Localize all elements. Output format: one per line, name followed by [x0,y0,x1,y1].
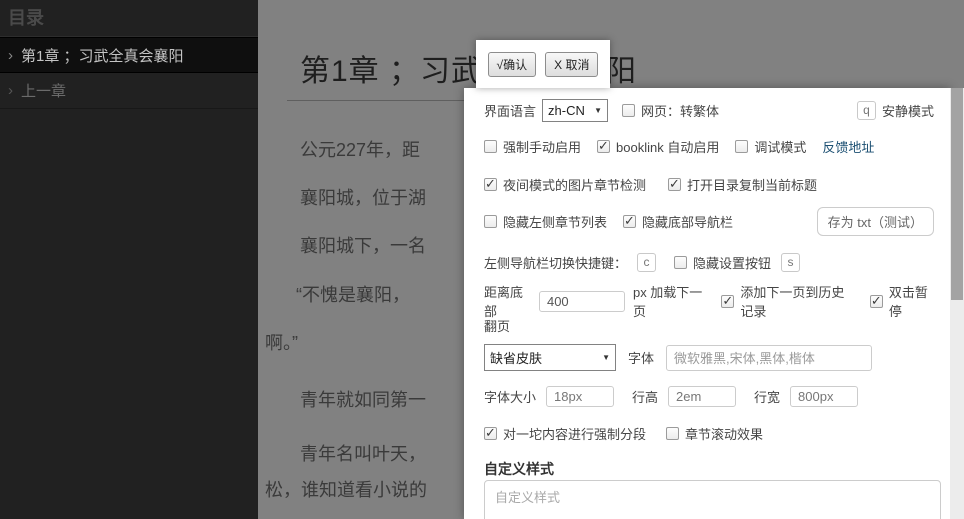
skin-value: 缺省皮肤 [490,351,543,366]
chevron-right-icon: › [8,46,13,64]
novel-text-line: 啊。” [265,333,298,353]
dblclick-pause-checkbox[interactable] [869,293,883,309]
hide-settings-key-input[interactable]: s [781,252,801,272]
hide-bottom-nav-checkbox[interactable] [623,213,637,229]
copy-title-checkbox[interactable] [668,176,682,192]
debug-mode-label: 调试模式 [754,139,807,155]
copy-title-label: 打开目录复制当前标题 [687,177,818,193]
night-image-label: 夜间模式的图片章节检测 [503,177,647,193]
debug-mode-checkbox[interactable] [735,139,749,153]
row-paging: 距离底部 px 加载下一页 添加下一页到历史记录 双击暂停 [484,285,934,319]
language-value: zh-CN [548,102,585,118]
web-traditional-label: 网页：转繁体 [641,103,720,119]
sidebar-item-chapter-1[interactable]: › 第1章 ；习武全真会襄阳 [0,37,258,73]
row-detection: 夜间模式的图片章节检测 打开目录复制当前标题 [484,175,934,193]
language-label: 界面语言 [484,103,537,119]
font-label: 字体 [628,351,655,366]
dialog-action-bar: √确认 X 取消 [476,40,610,88]
save-txt-button[interactable]: 存为 txt（测试） [816,206,934,236]
line-height-label: 行高 [632,389,659,405]
row-language: 界面语言 zh-CN ▼ 网页：转繁体 q 安静模式 [484,98,934,122]
reader-screen: 第1章 ；习武全真会襄阳 公元227年，距 襄阳城，位于湖 襄阳城下，一名 “不… [0,0,964,519]
novel-text-line: 公元227年，距 [300,140,421,160]
hide-left-list-label: 隐藏左侧章节列表 [503,214,608,230]
line-width-label: 行宽 [754,389,781,405]
dialog-scrollbar-thumb[interactable] [951,88,963,300]
row-typography: 字体大小 行高 行宽 [484,385,934,407]
sidebar-item-prev-chapter[interactable]: › 上一章 [0,73,258,109]
skin-select[interactable]: 缺省皮肤 ▼ [484,344,616,371]
dblclick-pause-label-wrap: 翻页 [484,319,511,334]
language-select[interactable]: zh-CN ▼ [542,98,609,122]
booklink-auto-checkbox[interactable] [597,138,611,154]
novel-text-line: 襄阳城下，一名 [300,236,426,256]
novel-text-line: 青年名叫叶天， [300,444,426,464]
hide-settings-checkbox[interactable] [674,255,688,269]
feedback-link[interactable]: 反馈地址 [822,137,874,156]
custom-style-label: 自定义样式 [484,461,554,477]
font-family-input[interactable] [666,344,873,371]
web-traditional-checkbox[interactable] [622,103,636,117]
novel-text-line: “不愧是襄阳， [296,285,410,305]
row-paragraph: 对一坨内容进行强制分段 章节滚动效果 [484,424,934,442]
hide-left-list-checkbox[interactable] [484,214,497,228]
novel-text-line: 襄阳城，位于湖 [300,188,426,208]
font-size-input[interactable] [546,385,615,407]
scroll-effect-label: 章节滚动效果 [685,426,764,442]
row-hide-panels: 隐藏左侧章节列表 隐藏底部导航栏 存为 txt（测试） [484,206,934,236]
row-skin-font: 缺省皮肤 ▼ 字体 [484,344,934,371]
distance-suffix: px 加载下一页 [632,285,703,319]
chevron-right-icon: › [8,82,13,99]
quiet-mode-key-input[interactable]: q [856,100,876,120]
line-height-input[interactable] [668,385,737,407]
add-history-checkbox[interactable] [721,293,735,309]
force-manual-checkbox[interactable] [484,139,497,153]
settings-dialog: 界面语言 zh-CN ▼ 网页：转繁体 q 安静模式 强制手动启用 ✓ book… [464,88,950,519]
night-image-checkbox[interactable] [484,176,497,192]
add-history-label: 添加下一页到历史记录 [740,285,845,319]
dropdown-arrow-icon: ▼ [594,105,603,115]
distance-input[interactable] [538,290,625,312]
line-width-input[interactable] [790,385,859,407]
row-custom-style: 自定义样式 [484,460,934,478]
cancel-button[interactable]: X 取消 [545,51,599,77]
toggle-nav-key-input[interactable]: c [637,252,657,272]
custom-style-textarea[interactable] [484,480,941,519]
hide-bottom-nav-label: 隐藏底部导航栏 [642,214,734,230]
chapter-label: 第1章 ；习武全真会襄阳 [21,47,184,65]
toc-header: 目录 [0,0,258,37]
quiet-mode-label: 安静模式 [881,103,934,119]
prev-chapter-label: 上一章 [21,83,67,100]
force-split-checkbox[interactable] [484,425,497,441]
scroll-effect-checkbox[interactable] [666,426,680,440]
distance-label: 距离底部 [484,285,524,319]
novel-text-line: 青年就如同第一 [300,390,426,410]
dialog-scrollbar-track[interactable] [950,88,964,519]
force-manual-label: 强制手动启用 [503,139,582,155]
booklink-auto-label: booklink 自动启用 [616,139,720,155]
toc-sidebar: 目录 › 第1章 ；习武全真会襄阳 › 上一章 [0,0,258,519]
row-shortcuts: 左侧导航栏切换快捷键： c 隐藏设置按钮 s [484,252,934,272]
dblclick-pause-label: 双击暂停 [888,285,928,319]
font-size-label: 字体大小 [484,389,537,405]
shortcut-label: 左侧导航栏切换快捷键： [484,255,628,271]
dropdown-arrow-icon: ▼ [602,353,610,362]
novel-text-line: 松，谁知道看小说的 [265,480,427,500]
hide-settings-label: 隐藏设置按钮 [693,255,772,271]
force-split-label: 对一坨内容进行强制分段 [503,426,647,442]
confirm-button[interactable]: √确认 [487,51,537,77]
row-activation: 强制手动启用 booklink 自动启用 调试模式 反馈地址 [484,137,934,155]
